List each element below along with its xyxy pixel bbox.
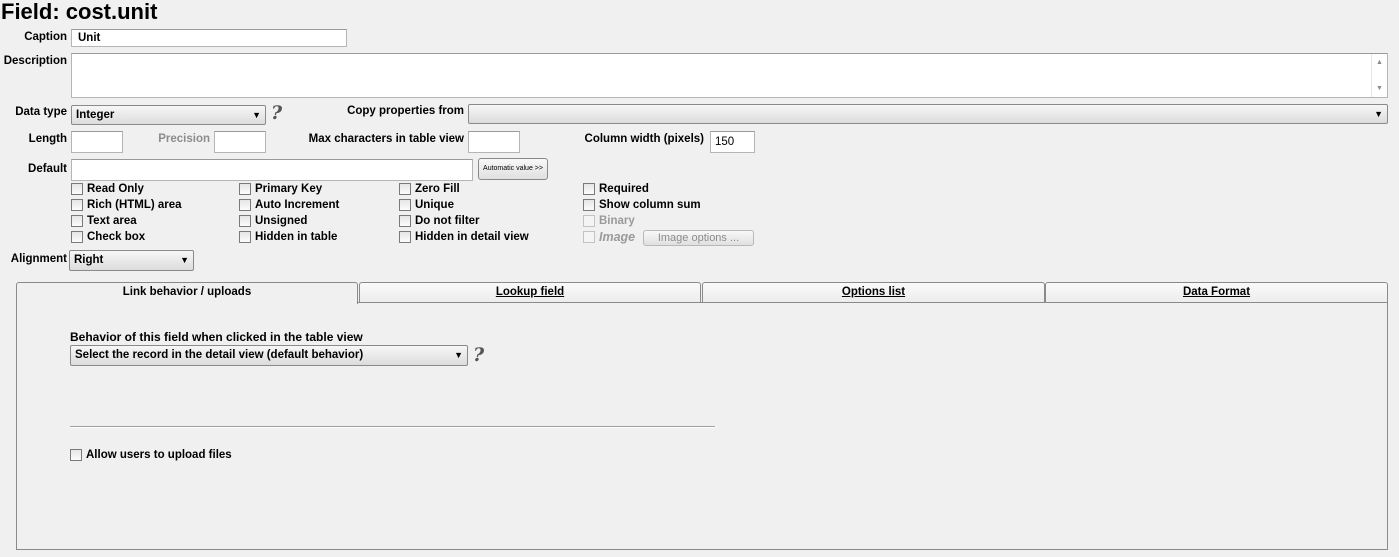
do-not-filter-label: Do not filter <box>415 215 480 227</box>
text-area-label: Text area <box>87 215 137 227</box>
check-box-checkbox[interactable]: Check box <box>71 231 145 243</box>
read-only-checkbox[interactable]: Read Only <box>71 183 144 195</box>
hidden-in-detail-checkbox[interactable]: Hidden in detail view <box>399 231 529 243</box>
description-label: Description <box>3 55 67 67</box>
zero-fill-label: Zero Fill <box>415 183 460 195</box>
checkbox-box[interactable] <box>70 449 82 461</box>
zero-fill-checkbox[interactable]: Zero Fill <box>399 183 460 195</box>
checkbox-box[interactable] <box>399 215 411 227</box>
tab-data-format[interactable]: Data Format <box>1045 282 1388 303</box>
data-type-label: Data type <box>15 106 67 118</box>
check-box-label: Check box <box>87 231 146 243</box>
checkbox-box[interactable] <box>71 199 83 211</box>
show-column-sum-label: Show column sum <box>599 199 701 211</box>
checkbox-box[interactable] <box>583 199 595 211</box>
max-chars-label: Max characters in table view <box>308 133 464 145</box>
default-label: Default <box>28 163 67 175</box>
copy-properties-label: Copy properties from <box>347 105 464 117</box>
tab-link-behavior[interactable]: Link behavior / uploads <box>16 282 358 304</box>
hidden-in-table-label: Hidden in table <box>255 231 338 243</box>
behavior-select[interactable]: Select the record in the detail view (de… <box>70 345 468 366</box>
allow-upload-label: Allow users to upload files <box>86 449 232 461</box>
tab-options-label: Options list <box>841 286 906 298</box>
automatic-value-button[interactable]: Automatic value >> <box>478 158 548 180</box>
tab-bar: Link behavior / uploads Lookup field Opt… <box>16 282 1388 304</box>
checkbox-box[interactable] <box>239 199 251 211</box>
allow-upload-checkbox[interactable]: Allow users to upload files <box>70 449 232 461</box>
primary-key-checkbox[interactable]: Primary Key <box>239 183 322 195</box>
default-input[interactable] <box>71 159 473 181</box>
rich-html-checkbox[interactable]: Rich (HTML) area <box>71 199 182 211</box>
checkbox-box[interactable] <box>71 215 83 227</box>
behavior-label: Behavior of this field when clicked in t… <box>70 330 363 344</box>
separator-line <box>70 426 715 428</box>
column-width-input[interactable]: 150 <box>710 131 755 153</box>
checkbox-box[interactable] <box>583 183 595 195</box>
hidden-in-table-checkbox[interactable]: Hidden in table <box>239 231 337 243</box>
show-column-sum-checkbox[interactable]: Show column sum <box>583 199 701 211</box>
auto-increment-checkbox[interactable]: Auto Increment <box>239 199 339 211</box>
checkbox-box[interactable] <box>399 183 411 195</box>
checkbox-box[interactable] <box>239 183 251 195</box>
data-type-value: Integer <box>76 109 115 121</box>
checkbox-box[interactable] <box>239 215 251 227</box>
precision-input[interactable] <box>214 131 266 153</box>
column-width-label: Column width (pixels) <box>584 133 704 145</box>
description-textarea[interactable]: ▲ ▼ <box>71 53 1388 98</box>
checkbox-box[interactable] <box>71 183 83 195</box>
copy-properties-select[interactable]: ▼ <box>468 104 1388 124</box>
unique-label: Unique <box>415 199 454 211</box>
rich-html-label: Rich (HTML) area <box>87 199 182 211</box>
behavior-help-icon[interactable]: ? <box>473 344 484 366</box>
checkbox-box[interactable] <box>583 215 595 227</box>
image-options-button[interactable]: Image options ... <box>643 230 754 246</box>
binary-checkbox[interactable]: Binary <box>583 215 635 227</box>
alignment-label: Alignment <box>10 253 67 265</box>
scroll-down-icon[interactable]: ▼ <box>1376 85 1383 92</box>
chevron-down-icon: ▼ <box>454 350 463 360</box>
chevron-down-icon: ▼ <box>180 255 189 265</box>
auto-increment-label: Auto Increment <box>255 199 340 211</box>
max-chars-input[interactable] <box>468 131 520 153</box>
caption-label: Caption <box>24 31 67 43</box>
do-not-filter-checkbox[interactable]: Do not filter <box>399 215 480 227</box>
data-type-help-icon[interactable]: ? <box>271 102 282 124</box>
tab-lookup-label: Lookup field <box>495 286 565 298</box>
image-checkbox[interactable]: Image <box>583 230 635 244</box>
hidden-in-detail-label: Hidden in detail view <box>415 231 529 243</box>
data-type-select[interactable]: Integer ▼ <box>71 105 266 125</box>
page-title: Field: cost.unit <box>1 0 158 24</box>
alignment-select[interactable]: Right ▼ <box>69 250 194 271</box>
checkbox-box[interactable] <box>583 231 595 243</box>
scroll-up-icon[interactable]: ▲ <box>1376 59 1383 66</box>
checkbox-box[interactable] <box>71 231 83 243</box>
required-checkbox[interactable]: Required <box>583 183 649 195</box>
binary-label: Binary <box>599 215 635 227</box>
chevron-down-icon: ▼ <box>252 110 261 120</box>
precision-label: Precision <box>158 133 210 145</box>
read-only-label: Read Only <box>87 183 144 195</box>
behavior-value: Select the record in the detail view (de… <box>75 349 364 361</box>
checkbox-box[interactable] <box>399 199 411 211</box>
checkbox-box[interactable] <box>239 231 251 243</box>
text-area-checkbox[interactable]: Text area <box>71 215 137 227</box>
tab-lookup-field[interactable]: Lookup field <box>359 282 701 303</box>
tab-options-list[interactable]: Options list <box>702 282 1045 303</box>
primary-key-label: Primary Key <box>255 183 323 195</box>
required-label: Required <box>599 183 649 195</box>
unsigned-checkbox[interactable]: Unsigned <box>239 215 307 227</box>
image-label: Image <box>599 230 636 244</box>
unique-checkbox[interactable]: Unique <box>399 199 454 211</box>
description-scrollbar[interactable]: ▲ ▼ <box>1371 54 1387 97</box>
checkbox-box[interactable] <box>399 231 411 243</box>
caption-input[interactable]: Unit <box>71 29 347 47</box>
tab-format-label: Data Format <box>1182 286 1251 298</box>
alignment-value: Right <box>74 254 104 266</box>
tab-panel-link-behavior: Behavior of this field when clicked in t… <box>16 302 1388 550</box>
chevron-down-icon: ▼ <box>1374 109 1383 119</box>
unsigned-label: Unsigned <box>255 215 308 227</box>
length-label: Length <box>28 133 67 145</box>
length-input[interactable] <box>71 131 123 153</box>
